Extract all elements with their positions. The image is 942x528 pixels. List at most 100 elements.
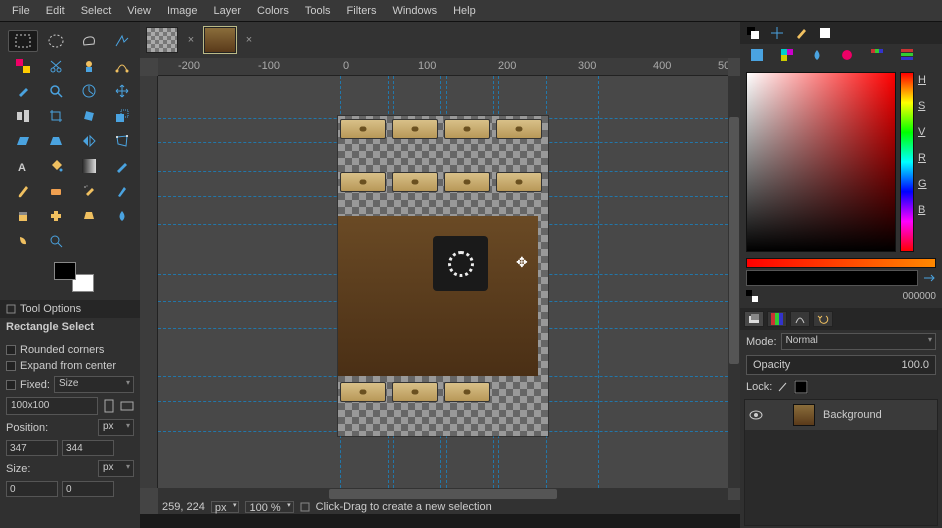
position-x-input[interactable]: 347 [6,440,58,456]
colormode-water-icon[interactable] [808,47,826,63]
menu-image[interactable]: Image [159,2,206,20]
tool-bucket[interactable] [41,155,71,177]
tool-rect-select[interactable] [8,30,38,52]
tool-move[interactable] [107,80,137,102]
fixed-mode-select[interactable]: Size [54,376,134,393]
size-w-input[interactable]: 0 [6,481,58,497]
image-tab-1-close[interactable]: × [184,33,198,47]
fixed-checkbox[interactable] [6,380,16,390]
channel-v[interactable]: V [918,126,927,138]
tool-text[interactable]: A [8,155,38,177]
channel-r[interactable]: R [918,152,927,164]
colormode-palette-icon[interactable] [868,47,886,63]
hex-value[interactable]: 000000 [903,291,936,302]
tool-crop[interactable] [41,105,71,127]
tool-perspective-clone[interactable] [74,205,104,227]
colormode-wheel-icon[interactable] [838,47,856,63]
menu-windows[interactable]: Windows [384,2,445,20]
tool-cage[interactable] [107,130,137,152]
size-unit-select[interactable]: px [98,460,134,477]
tool-by-color[interactable] [8,55,38,77]
tab-channels-icon[interactable] [767,311,787,327]
image-tab-2-close[interactable]: × [242,33,256,47]
eye-icon[interactable] [749,410,763,420]
tool-color-picker[interactable] [8,80,38,102]
tool-fuzzy-select[interactable] [107,30,137,52]
portrait-icon[interactable] [102,399,116,413]
tool-clone[interactable] [8,205,38,227]
tab-layers-icon[interactable] [744,311,764,327]
layer-row[interactable]: Background [745,400,937,430]
channel-h[interactable]: H [918,74,927,86]
lock-pixels-icon[interactable] [776,380,790,394]
tool-blend[interactable] [74,155,104,177]
tool-align[interactable] [8,105,38,127]
menu-layer[interactable]: Layer [206,2,250,20]
ruler-vertical[interactable] [140,76,158,488]
tab-undo-icon[interactable] [813,311,833,327]
current-color-preview[interactable] [746,270,918,286]
expand-center-checkbox[interactable] [6,361,16,371]
image-tab-2[interactable] [204,27,236,53]
tool-measure[interactable] [74,80,104,102]
canvas[interactable] [338,116,548,436]
status-zoom-select[interactable]: 100 % [245,501,293,513]
menu-select[interactable]: Select [73,2,120,20]
channel-g[interactable]: G [918,178,927,190]
menu-view[interactable]: View [119,2,159,20]
tool-pencil[interactable] [107,155,137,177]
tool-flip[interactable] [74,130,104,152]
tool-perspective[interactable] [41,130,71,152]
image-tab-1[interactable] [146,27,178,53]
goto-swatch-icon[interactable] [922,271,936,285]
scrollbar-horizontal[interactable] [158,488,728,500]
tool-ink[interactable] [107,180,137,202]
tab-brush-icon[interactable] [792,25,810,41]
tool-zoom[interactable] [41,80,71,102]
tool-airbrush[interactable] [74,180,104,202]
tool-paintbrush[interactable] [8,180,38,202]
position-y-input[interactable]: 344 [62,440,114,456]
tool-blur[interactable] [107,205,137,227]
menu-edit[interactable]: Edit [38,2,73,20]
lock-alpha-icon[interactable] [794,380,808,394]
tool-free-select[interactable] [74,30,104,52]
fixed-value-input[interactable]: 100x100 [6,397,98,415]
menu-colors[interactable]: Colors [249,2,297,20]
tool-heal[interactable] [41,205,71,227]
menu-file[interactable]: File [4,2,38,20]
position-unit-select[interactable]: px [98,419,134,436]
scrollbar-vertical[interactable] [728,76,740,488]
hue-slider[interactable] [900,72,914,252]
foreground-color[interactable] [54,262,76,280]
ruler-horizontal[interactable]: -200 -100 0 100 200 300 400 500 [158,58,728,76]
colormode-picker-icon[interactable] [748,47,766,63]
tool-shear[interactable] [8,130,38,152]
tool-foreground-select[interactable] [74,55,104,77]
colormode-scales-icon[interactable] [898,47,916,63]
tool-scale[interactable] [107,105,137,127]
size-h-input[interactable]: 0 [62,481,114,497]
tool-dodge[interactable] [41,230,71,252]
tool-paths[interactable] [107,55,137,77]
colormode-cmyk-icon[interactable] [778,47,796,63]
canvas-viewport[interactable]: ✥ [158,76,728,488]
color-gradient-field[interactable] [746,72,896,252]
menu-tools[interactable]: Tools [297,2,339,20]
tab-paths-icon[interactable] [790,311,810,327]
opacity-value[interactable]: 100.0 [901,359,929,371]
tool-ellipse-select[interactable] [41,30,71,52]
mini-swatch-icon[interactable] [746,290,758,302]
value-slider[interactable] [746,258,936,268]
blend-mode-select[interactable]: Normal [781,333,936,350]
color-swatches[interactable] [54,262,94,292]
layer-name[interactable]: Background [823,409,882,421]
tool-scissors[interactable] [41,55,71,77]
tab-layer-icon[interactable] [816,25,834,41]
tool-eraser[interactable] [41,180,71,202]
menu-help[interactable]: Help [445,2,484,20]
tab-fgbg-icon[interactable] [744,25,762,41]
menu-filters[interactable]: Filters [339,2,385,20]
tool-rotate[interactable] [74,105,104,127]
rounded-corners-checkbox[interactable] [6,345,16,355]
